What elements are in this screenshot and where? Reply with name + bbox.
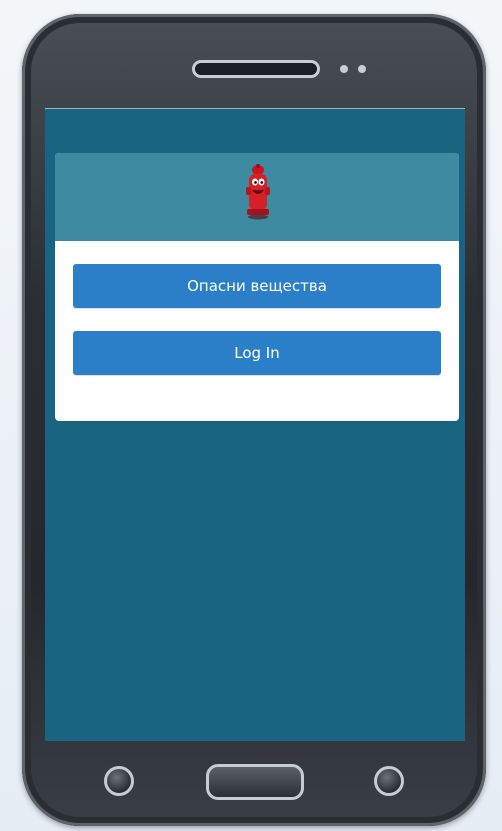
fire-hydrant-mascot-icon	[246, 164, 270, 220]
hardware-back-button[interactable]	[104, 766, 134, 796]
app-screen: Опасни вещества Log In	[45, 108, 465, 741]
hazardous-substances-button[interactable]: Опасни вещества	[73, 264, 441, 308]
card-header	[55, 153, 459, 241]
login-button-label: Log In	[234, 344, 280, 362]
sensor-dot	[358, 65, 366, 73]
login-button[interactable]: Log In	[73, 331, 441, 375]
front-camera-dot	[340, 65, 348, 73]
hazardous-substances-button-label: Опасни вещества	[187, 277, 327, 295]
hardware-menu-button[interactable]	[374, 766, 404, 796]
main-card: Опасни вещества Log In	[55, 153, 459, 421]
earpiece-speaker	[192, 60, 320, 78]
phone-device: Опасни вещества Log In	[22, 14, 486, 826]
hardware-home-button[interactable]	[206, 764, 304, 800]
device-frame-background: Опасни вещества Log In	[0, 0, 502, 831]
